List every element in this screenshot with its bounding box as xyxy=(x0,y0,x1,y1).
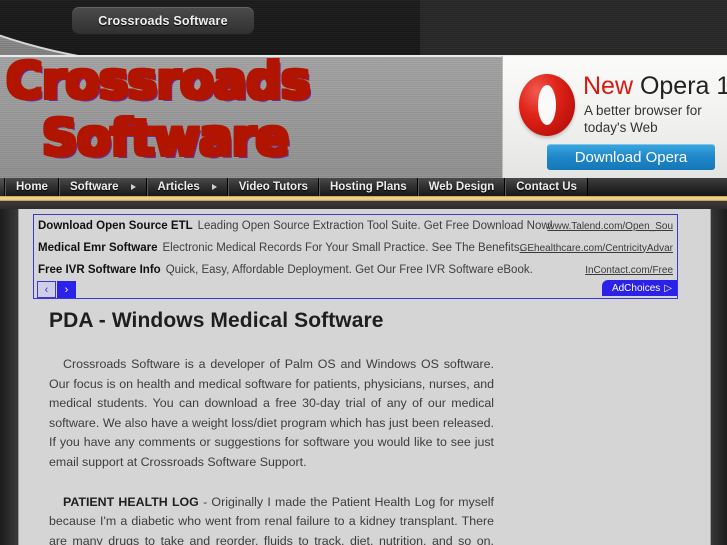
ad-description: Quick, Easy, Affordable Deployment. Get … xyxy=(165,264,533,276)
nav-item-label: Home xyxy=(16,181,48,193)
nav-item-software[interactable]: Software xyxy=(58,178,147,196)
ad-description: Leading Open Source Extraction Tool Suit… xyxy=(197,220,553,232)
nav-item-label: Video Tutors xyxy=(238,181,308,193)
site-banner: Crossroads Software xyxy=(0,0,727,57)
content-inner: Download Open Source ETL Leading Open So… xyxy=(18,209,711,545)
opera-ad-headline-rest: Opera 11 xyxy=(639,72,727,100)
ad-row[interactable]: Medical Emr Software Electronic Medical … xyxy=(34,237,677,259)
dark-accent-band xyxy=(0,201,727,209)
left-side-strip xyxy=(0,209,18,545)
nav-item-label: Articles xyxy=(157,181,200,193)
opera-logo-icon xyxy=(519,74,575,136)
nav-item-video-tutors[interactable]: Video Tutors xyxy=(227,178,319,196)
article-paragraph-2: PATIENT HEALTH LOG - Originally I made t… xyxy=(49,493,494,545)
adchoices-label: AdChoices xyxy=(611,282,661,294)
opera-ad-headline: New Opera 11 xyxy=(583,72,727,101)
logo-line-2: Software xyxy=(6,110,324,167)
page-title: PDA - Windows Medical Software xyxy=(49,309,384,332)
ad-url[interactable]: www.Talend.com/Open_Sou xyxy=(547,221,673,232)
logo-line-1: Crossroads xyxy=(6,57,311,110)
main-navigation: Home Software Articles Video Tutors Host… xyxy=(0,178,727,196)
google-ads-block: Download Open Source ETL Leading Open So… xyxy=(33,214,678,299)
opera-banner-ad[interactable]: New Opera 11 A better browser for today'… xyxy=(502,56,727,179)
ad-row[interactable]: Free IVR Software Info Quick, Easy, Affo… xyxy=(34,259,677,281)
ad-pagination: ‹ › xyxy=(37,281,77,298)
ad-url[interactable]: InContact.com/Free xyxy=(585,265,673,276)
nav-item-web-design[interactable]: Web Design xyxy=(417,178,506,196)
ad-row[interactable]: Download Open Source ETL Leading Open So… xyxy=(34,215,677,237)
ad-description: Electronic Medical Records For Your Smal… xyxy=(162,242,523,254)
article-paragraph-2-lead: PATIENT HEALTH LOG xyxy=(63,494,199,509)
opera-ad-headline-new: New xyxy=(583,72,634,100)
chevron-right-icon xyxy=(211,184,217,190)
banner-title-label: Crossroads Software xyxy=(98,13,228,28)
ad-next-button[interactable]: › xyxy=(57,281,76,298)
right-side-strip xyxy=(709,209,727,545)
site-logo[interactable]: Crossroads Software xyxy=(6,57,336,167)
article-body: PDA - Windows Medical Software Crossroad… xyxy=(49,309,494,545)
page-root: Crossroads Software Crossroads Software … xyxy=(0,0,727,545)
chevron-right-icon xyxy=(130,184,136,190)
nav-item-label: Contact Us xyxy=(516,181,577,193)
nav-item-articles[interactable]: Articles xyxy=(146,178,228,196)
ad-title[interactable]: Medical Emr Software xyxy=(38,242,158,254)
nav-filler xyxy=(587,178,727,196)
nav-item-contact-us[interactable]: Contact Us xyxy=(505,178,588,196)
download-opera-button[interactable]: Download Opera xyxy=(547,144,715,170)
nav-item-label: Web Design xyxy=(428,181,495,193)
nav-item-home[interactable]: Home xyxy=(5,178,59,196)
nav-item-label: Hosting Plans xyxy=(329,181,407,193)
banner-title-tab: Crossroads Software xyxy=(72,7,254,34)
content-area: Download Open Source ETL Leading Open So… xyxy=(0,209,727,545)
nav-item-label: Software xyxy=(69,181,119,193)
ad-prev-button[interactable]: ‹ xyxy=(37,281,56,298)
opera-ad-subtitle: A better browser for today's Web xyxy=(584,103,702,135)
article-paragraph-1: Crossroads Software is a developer of Pa… xyxy=(49,357,494,469)
adchoices-triangle-icon: ▷ xyxy=(664,282,672,294)
adchoices-badge[interactable]: AdChoices ▷ xyxy=(601,280,677,296)
ad-title[interactable]: Download Open Source ETL xyxy=(38,220,193,232)
ad-url[interactable]: GEhealthcare.com/CentricityAdvar xyxy=(520,243,673,254)
ad-title[interactable]: Free IVR Software Info xyxy=(38,264,161,276)
banner-swoosh-decoration-right xyxy=(420,0,727,57)
ad-footer: ‹ › AdChoices ▷ xyxy=(34,280,677,298)
nav-item-hosting-plans[interactable]: Hosting Plans xyxy=(318,178,418,196)
